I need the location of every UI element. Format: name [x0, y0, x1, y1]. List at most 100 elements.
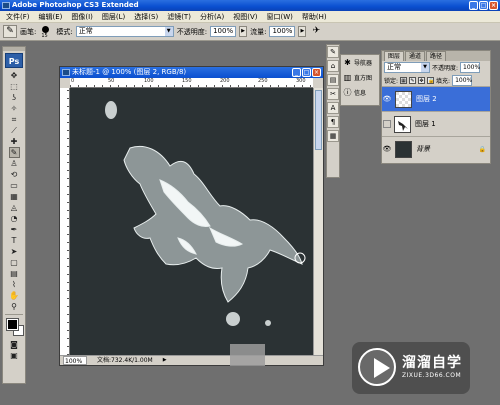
layer-comps-icon[interactable]: ▤ — [327, 74, 339, 86]
clone-stamp-tool[interactable]: ♙ — [9, 158, 20, 169]
image-canvas[interactable] — [70, 88, 313, 355]
tool-row: ➤ — [3, 246, 25, 257]
type-tool[interactable]: T — [9, 235, 20, 246]
drop-shape-1 — [105, 101, 117, 119]
watermark-title: 溜溜自学 — [402, 355, 462, 371]
tool-presets-icon[interactable]: ⌂ — [327, 60, 339, 72]
lasso-tool[interactable]: ʖ — [9, 92, 20, 103]
info-tab[interactable]: ⓘ 信息 — [341, 85, 379, 100]
eyedropper-tool[interactable]: ⌇ — [9, 279, 20, 290]
drop-shape-3 — [265, 320, 271, 326]
lock-all-icon[interactable]: 🔒 — [427, 76, 434, 84]
tool-row: ▭ — [3, 180, 25, 191]
toolbox-grip[interactable] — [3, 47, 25, 51]
close-button[interactable]: × — [489, 1, 498, 10]
document-title-bar[interactable]: 未标题-1 @ 100% (图层 2, RGB/8) _ □ × — [60, 67, 323, 78]
zoom-input[interactable]: 100% — [63, 356, 87, 365]
marquee-tool[interactable]: ⬚ — [9, 81, 20, 92]
lock-position-icon[interactable]: ✥ — [418, 76, 426, 84]
layer-row-background[interactable]: 👁 背景 🔒 — [382, 136, 490, 161]
vertical-ruler[interactable] — [60, 88, 70, 355]
options-bar: ✎ 画笔: 15 模式: 正常 ▼ 不透明度: 100% ▶ 流量: 100% … — [0, 23, 500, 41]
path-selection-tool[interactable]: ➤ — [9, 246, 20, 257]
menu-view[interactable]: 视图(V) — [233, 12, 257, 22]
flow-slider-button[interactable]: ▶ — [298, 26, 307, 37]
history-brush-tool[interactable]: ⟲ — [9, 169, 20, 180]
eraser-tool[interactable]: ▭ — [9, 180, 20, 191]
gradient-tool[interactable]: ▦ — [9, 191, 20, 202]
window-controls: _ □ × — [469, 1, 498, 10]
hand-tool[interactable]: ✋ — [9, 290, 20, 301]
mode-select[interactable]: 正常 ▼ — [75, 26, 174, 37]
menu-layer[interactable]: 图层(L) — [102, 12, 125, 22]
brushes-panel-icon[interactable]: ✎ — [327, 46, 339, 58]
scrollbar-thumb[interactable] — [315, 90, 322, 150]
zoom-tool[interactable]: ⚲ — [9, 301, 20, 312]
opacity-input[interactable]: 100% — [210, 26, 237, 37]
menu-file[interactable]: 文件(F) — [6, 12, 30, 22]
eye-icon[interactable]: 👁 — [382, 145, 392, 153]
brush-picker[interactable]: 15 — [39, 25, 53, 39]
navigator-tab[interactable]: ✱ 导航器 — [341, 55, 379, 70]
menu-edit[interactable]: 编辑(E) — [39, 12, 63, 22]
doc-minimize-button[interactable]: _ — [292, 68, 301, 77]
actions-panel-icon[interactable]: ▦ — [327, 130, 339, 142]
dodge-tool[interactable]: ◔ — [9, 213, 20, 224]
menu-help[interactable]: 帮助(H) — [302, 12, 327, 22]
menu-analysis[interactable]: 分析(A) — [200, 12, 224, 22]
tab-channels[interactable]: 通道 — [405, 51, 426, 61]
blend-mode-select[interactable]: 正常 ▼ — [384, 62, 430, 73]
tab-layers[interactable]: 图层 — [384, 51, 405, 61]
screen-mode-icon[interactable]: ▣ — [9, 350, 20, 361]
layer-name: 图层 1 — [415, 120, 436, 128]
pen-tool[interactable]: ✒ — [9, 224, 20, 235]
magic-wand-tool[interactable]: ✧ — [9, 103, 20, 114]
chevron-down-icon: ▼ — [421, 63, 429, 72]
tool-preset-picker[interactable]: ✎ — [3, 25, 17, 38]
layer-opacity-input[interactable]: 100% — [460, 62, 480, 73]
histogram-tab[interactable]: ▥ 直方图 — [341, 70, 379, 85]
minimize-button[interactable]: _ — [469, 1, 478, 10]
paragraph-panel-icon[interactable]: ¶ — [327, 116, 339, 128]
vertical-scrollbar[interactable] — [313, 88, 323, 355]
tool-row: ◬ — [3, 202, 25, 213]
menu-window[interactable]: 窗口(W) — [266, 12, 292, 22]
brush-tool[interactable]: ✎ — [8, 147, 20, 158]
healing-brush-tool[interactable]: ✚ — [9, 136, 20, 147]
opacity-slider-button[interactable]: ▶ — [239, 26, 248, 37]
menu-filter[interactable]: 滤镜(T) — [167, 12, 191, 22]
tool-row: ▤ — [3, 268, 25, 279]
lock-pixels-icon[interactable]: ✎ — [409, 76, 417, 84]
blur-tool[interactable]: ◬ — [9, 202, 20, 213]
layer-name: 图层 2 — [416, 95, 437, 103]
notes-tool[interactable]: ▤ — [9, 268, 20, 279]
flow-input[interactable]: 100% — [269, 26, 296, 37]
quick-mask-icon[interactable]: ◙ — [9, 339, 20, 350]
tab-paths[interactable]: 路径 — [426, 51, 447, 61]
move-tool[interactable]: ✥ — [9, 70, 20, 81]
layer-row-layer-1[interactable]: 图层 1 — [382, 111, 490, 136]
fill-input[interactable]: 100% — [452, 74, 472, 86]
layer-row-layer-2[interactable]: 👁 图层 2 — [382, 86, 490, 111]
visibility-toggle[interactable] — [383, 120, 391, 128]
menu-image[interactable]: 图像(I) — [71, 12, 93, 22]
crop-tool[interactable]: ⌗ — [9, 114, 20, 125]
lock-transparent-icon[interactable]: ▦ — [400, 76, 408, 84]
toolbox-divider — [5, 314, 23, 315]
foreground-color-swatch[interactable] — [6, 318, 19, 331]
menu-select[interactable]: 选择(S) — [134, 12, 158, 22]
status-menu-icon[interactable]: ▶ — [163, 356, 167, 365]
slice-tool[interactable]: ⟋ — [9, 125, 20, 136]
layer-opacity-label: 不透明度: — [432, 65, 459, 72]
shape-tool[interactable]: ▢ — [9, 257, 20, 268]
character-panel-icon[interactable]: A — [327, 102, 339, 114]
doc-close-button[interactable]: × — [312, 68, 321, 77]
color-swatches — [3, 317, 25, 339]
clone-source-icon[interactable]: ✂ — [327, 88, 339, 100]
eye-icon[interactable]: 👁 — [382, 95, 392, 103]
maximize-button[interactable]: □ — [479, 1, 488, 10]
airbrush-toggle[interactable]: ✈ — [309, 25, 323, 38]
horizontal-ruler[interactable]: 0 50 100 150 200 250 300 — [70, 78, 313, 88]
tool-row: ♙ — [3, 158, 25, 169]
doc-maximize-button[interactable]: □ — [302, 68, 311, 77]
